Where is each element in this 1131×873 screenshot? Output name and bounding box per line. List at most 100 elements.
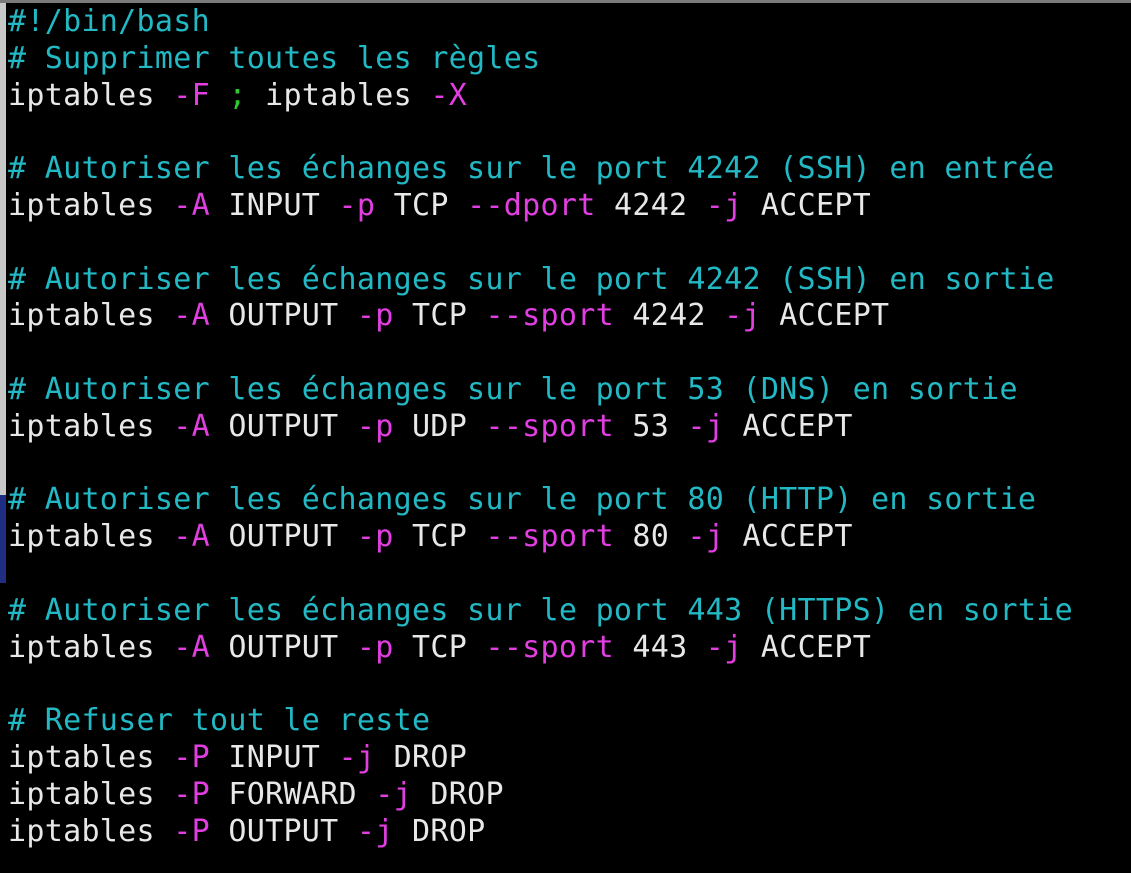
comment-text: # Autoriser les échanges sur le port 424… xyxy=(8,151,1055,187)
argument-text: INPUT xyxy=(210,739,339,775)
command-name: iptables xyxy=(8,813,174,849)
argument-text: ACCEPT xyxy=(742,187,872,223)
code-line: # Autoriser les échanges sur le port 80 … xyxy=(8,482,1073,519)
command-name: iptables xyxy=(8,739,174,775)
comment-text: # Autoriser les échanges sur le port 443… xyxy=(8,592,1073,628)
argument-text: OUTPUT xyxy=(210,519,357,555)
option-flag: -A xyxy=(173,629,210,665)
argument-text: FORWARD xyxy=(210,776,376,812)
option-flag: -P xyxy=(173,776,210,812)
comment-text: # Autoriser les échanges sur le port 424… xyxy=(8,261,1055,297)
argument-text: OUTPUT xyxy=(210,629,357,665)
option-flag: -A xyxy=(173,298,210,334)
comment-text: # Autoriser les échanges sur le port 80 … xyxy=(8,482,1037,518)
option-flag: -p xyxy=(356,629,394,665)
argument-text: 53 xyxy=(613,408,688,444)
option-flag: --sport xyxy=(485,629,614,665)
script-content[interactable]: #!/bin/bash # Supprimer toutes les règles… xyxy=(8,4,1073,850)
background-window-edge xyxy=(0,3,6,495)
command-name: iptables xyxy=(8,629,174,665)
option-flag: -j xyxy=(687,519,725,555)
option-flag: -p xyxy=(356,298,394,334)
option-flag: -p xyxy=(356,408,394,444)
argument-text xyxy=(210,78,228,113)
comment-text: # Supprimer toutes les règles xyxy=(8,40,541,76)
option-flag: -p xyxy=(338,187,376,223)
argument-text: DROP xyxy=(375,739,468,775)
option-flag: --sport xyxy=(485,408,614,444)
code-line: iptables -P FORWARD -j DROP xyxy=(8,777,1073,814)
argument-text: OUTPUT xyxy=(210,298,357,334)
option-flag: -X xyxy=(430,77,468,113)
command-name: iptables xyxy=(8,776,174,812)
option-flag: -j xyxy=(338,739,376,775)
code-line: # Refuser tout le reste xyxy=(8,703,1073,740)
comment-text: # Autoriser les échanges sur le port 53 … xyxy=(8,371,1018,407)
argument-text: iptables xyxy=(246,77,431,113)
comment-text: # Refuser tout le reste xyxy=(8,703,431,739)
argument-text: TCP xyxy=(393,629,486,665)
argument-text: 443 xyxy=(613,629,706,665)
argument-text: 4242 xyxy=(595,187,706,223)
code-line: # Autoriser les échanges sur le port 424… xyxy=(8,262,1073,299)
code-line: iptables -F ; iptables -X xyxy=(8,78,1073,115)
argument-text: ACCEPT xyxy=(760,298,890,334)
option-flag: -A xyxy=(173,187,210,223)
argument-text: TCP xyxy=(375,187,468,223)
option-flag: -A xyxy=(173,408,210,444)
argument-text: 80 xyxy=(613,519,688,555)
command-name: iptables xyxy=(8,187,174,223)
code-line: iptables -A OUTPUT -p UDP --sport 53 -j … xyxy=(8,409,1073,446)
argument-text: UDP xyxy=(393,408,486,444)
argument-text: ACCEPT xyxy=(742,629,872,665)
argument-text: TCP xyxy=(393,298,486,334)
argument-text: 4242 xyxy=(613,298,725,334)
argument-text: OUTPUT xyxy=(210,408,357,444)
code-line: # Autoriser les échanges sur le port 424… xyxy=(8,151,1073,188)
code-line: # Autoriser les échanges sur le port 443… xyxy=(8,593,1073,630)
argument-text: OUTPUT xyxy=(210,813,357,849)
command-name: iptables xyxy=(8,77,174,113)
code-line: #!/bin/bash xyxy=(8,4,1073,41)
terminal-window[interactable]: #!/bin/bash # Supprimer toutes les règles… xyxy=(0,0,1131,873)
code-line: # Supprimer toutes les règles xyxy=(8,41,1073,78)
option-flag: -j xyxy=(687,408,725,444)
command-separator: ; xyxy=(228,77,247,113)
command-name: iptables xyxy=(8,519,174,555)
option-flag: -j xyxy=(705,187,743,223)
option-flag: -P xyxy=(173,739,210,775)
code-line: # Autoriser les échanges sur le port 53 … xyxy=(8,372,1073,409)
option-flag: --sport xyxy=(485,519,614,555)
comment-text: #!/bin/bash xyxy=(8,4,210,39)
command-name: iptables xyxy=(8,298,174,334)
option-flag: -p xyxy=(356,519,394,555)
option-flag: -j xyxy=(705,629,743,665)
window-top-border xyxy=(0,0,1131,3)
argument-text: DROP xyxy=(412,776,504,812)
option-flag: -F xyxy=(173,77,210,113)
option-flag: -A xyxy=(173,519,210,555)
code-line: iptables -A OUTPUT -p TCP --sport 4242 -… xyxy=(8,298,1073,335)
window-left-border xyxy=(0,3,6,873)
option-flag: -j xyxy=(375,776,412,812)
argument-text: TCP xyxy=(393,519,486,555)
argument-text: DROP xyxy=(393,813,486,849)
code-line: iptables -P OUTPUT -j DROP xyxy=(8,814,1073,851)
code-line: iptables -P INPUT -j DROP xyxy=(8,740,1073,777)
option-flag: -P xyxy=(173,813,210,849)
background-window-edge-blue xyxy=(0,495,6,583)
argument-text: INPUT xyxy=(210,187,339,223)
option-flag: --dport xyxy=(467,187,596,223)
code-line: iptables -A OUTPUT -p TCP --sport 80 -j … xyxy=(8,519,1073,556)
argument-text: ACCEPT xyxy=(724,519,853,555)
option-flag: -j xyxy=(356,813,394,849)
option-flag: -j xyxy=(724,298,761,334)
argument-text: ACCEPT xyxy=(724,408,853,444)
option-flag: --sport xyxy=(485,298,614,334)
